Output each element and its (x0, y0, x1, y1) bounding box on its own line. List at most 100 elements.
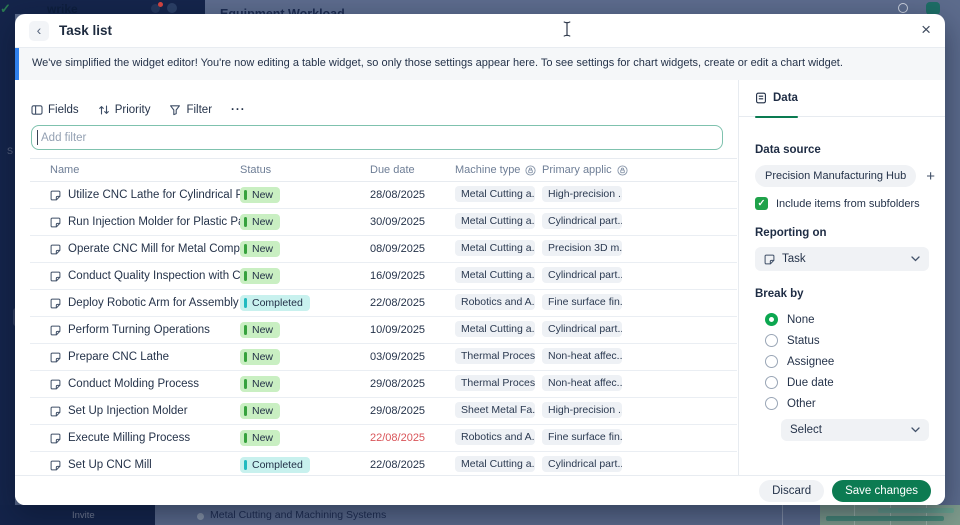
status-badge: Completed (240, 457, 310, 473)
reporting-on-label: Reporting on (755, 227, 929, 239)
table-row[interactable]: Set Up CNC Mill Completed 22/08/2025 Met… (30, 452, 737, 475)
data-source-chip[interactable]: Precision Manufacturing Hub (755, 165, 916, 187)
status-badge: New (240, 187, 280, 203)
status-badge: New (240, 241, 280, 257)
task-icon (50, 406, 61, 417)
due-date: 22/08/2025 (370, 459, 455, 471)
table-row[interactable]: Prepare CNC Lathe New 03/09/2025 Thermal… (30, 344, 737, 371)
data-source-label: Data source (755, 144, 929, 156)
table-row[interactable]: Execute Milling Process New 22/08/2025 R… (30, 425, 737, 452)
primary-application-chip: Cylindrical part... (542, 456, 622, 472)
task-icon (764, 254, 775, 265)
panel-tabs: Data (739, 80, 945, 117)
notification-dot (158, 2, 163, 7)
close-icon[interactable]: × (921, 20, 931, 40)
primary-application-cell: Fine surface fin... (542, 429, 737, 448)
due-date: 10/09/2025 (370, 324, 455, 336)
status-cell: New (240, 268, 370, 284)
radio-icon (765, 355, 778, 368)
table-row[interactable]: Deploy Robotic Arm for Assembly Complete… (30, 290, 737, 317)
primary-application-chip: Cylindrical part... (542, 267, 622, 283)
due-date: 22/08/2025 (370, 297, 455, 309)
filter-funnel-icon (169, 104, 181, 116)
due-date: 29/08/2025 (370, 378, 455, 390)
machine-type-chip: Metal Cutting a... (455, 240, 535, 256)
task-name: Conduct Molding Process (68, 378, 199, 390)
column-header-name[interactable]: Name (50, 164, 240, 176)
gantt-bar (826, 516, 944, 521)
break-by-radio[interactable]: Other (765, 393, 929, 414)
machine-type-chip: Sheet Metal Fa... (455, 402, 535, 418)
break-by-other-select[interactable]: Select (781, 419, 929, 441)
task-list-widget-editor-modal: ‹ Task list × We've simplified the widge… (15, 14, 945, 505)
back-button[interactable]: ‹ (29, 21, 49, 41)
add-filter-input[interactable] (31, 125, 723, 150)
discard-button[interactable]: Discard (759, 480, 824, 502)
status-cell: New (240, 349, 370, 365)
status-badge: New (240, 322, 280, 338)
reporting-on-select[interactable]: Task (755, 247, 929, 271)
column-header-machine-type[interactable]: Machine type (455, 164, 542, 176)
filter-input-wrap (31, 125, 723, 150)
user-avatar (926, 2, 940, 14)
table-row[interactable]: Conduct Quality Inspection with CMM New … (30, 263, 737, 290)
due-date: 08/09/2025 (370, 243, 455, 255)
break-by-radio[interactable]: Due date (765, 372, 929, 393)
table-pane: Fields Priority Filter ··· Name Status D… (15, 80, 738, 475)
table-row[interactable]: Conduct Molding Process New 29/08/2025 T… (30, 371, 737, 398)
wrike-logo-text: wrike (47, 2, 78, 14)
status-badge: New (240, 349, 280, 365)
data-source-row: Precision Manufacturing Hub + (755, 165, 929, 187)
table-row[interactable]: Run Injection Molder for Plastic Parts N… (30, 209, 737, 236)
table-row[interactable]: Set Up Injection Molder New 29/08/2025 S… (30, 398, 737, 425)
primary-application-chip: High-precision ... (542, 402, 622, 418)
machine-type-cell: Metal Cutting a... (455, 186, 542, 205)
primary-application-chip: High-precision ... (542, 186, 622, 202)
task-name-cell: Run Injection Molder for Plastic Parts (50, 216, 240, 228)
machine-type-chip: Thermal Proces... (455, 348, 535, 364)
task-name: Operate CNC Mill for Metal Components (68, 243, 240, 255)
status-cell: Completed (240, 295, 370, 311)
column-header-due-date[interactable]: Due date (370, 164, 455, 176)
add-source-icon[interactable]: + (926, 169, 935, 184)
radio-label: Due date (787, 377, 834, 389)
filter-button[interactable]: Filter (169, 104, 212, 116)
priority-button[interactable]: Priority (98, 104, 151, 116)
machine-type-chip: Metal Cutting a... (455, 456, 535, 472)
task-name-cell: Conduct Quality Inspection with CMM (50, 270, 240, 282)
status-cell: New (240, 376, 370, 392)
chevron-down-icon (911, 427, 920, 433)
task-name-cell: Deploy Robotic Arm for Assembly (50, 297, 240, 309)
sort-priority-icon (98, 104, 110, 116)
folder-dot-icon (197, 513, 204, 520)
task-icon (50, 325, 61, 336)
machine-type-cell: Metal Cutting a... (455, 321, 542, 340)
due-date: 03/09/2025 (370, 351, 455, 363)
fields-button[interactable]: Fields (31, 104, 79, 116)
table-row[interactable]: Utilize CNC Lathe for Cylindrical Parts … (30, 182, 737, 209)
table-row[interactable]: Perform Turning Operations New 10/09/202… (30, 317, 737, 344)
break-by-radio[interactable]: Status (765, 330, 929, 351)
machine-type-cell: Thermal Proces... (455, 375, 542, 394)
task-icon (50, 460, 61, 471)
column-header-primary-application[interactable]: Primary applic (542, 164, 737, 176)
include-subfolders-checkbox[interactable]: ✓ Include items from subfolders (755, 197, 929, 210)
modal-footer: Discard Save changes (15, 475, 945, 505)
more-options-icon[interactable]: ··· (231, 104, 246, 116)
settings-panel: Data Data source Precision Manufacturing… (738, 80, 945, 475)
column-header-status[interactable]: Status (240, 164, 370, 176)
break-by-radio[interactable]: None (765, 309, 929, 330)
app-header-bar: Equipment Workload (205, 0, 960, 14)
fields-label: Fields (48, 104, 79, 116)
break-by-radio[interactable]: Assignee (765, 351, 929, 372)
task-name-cell: Prepare CNC Lathe (50, 351, 240, 363)
fields-icon (31, 104, 43, 116)
save-changes-button[interactable]: Save changes (832, 480, 931, 502)
primary-application-cell: Cylindrical part... (542, 321, 737, 340)
table-row[interactable]: Operate CNC Mill for Metal Components Ne… (30, 236, 737, 263)
tab-data[interactable]: Data (755, 80, 798, 117)
status-badge: New (240, 403, 280, 419)
due-date: 30/09/2025 (370, 216, 455, 228)
task-name: Set Up CNC Mill (68, 459, 152, 471)
task-name: Execute Milling Process (68, 432, 190, 444)
